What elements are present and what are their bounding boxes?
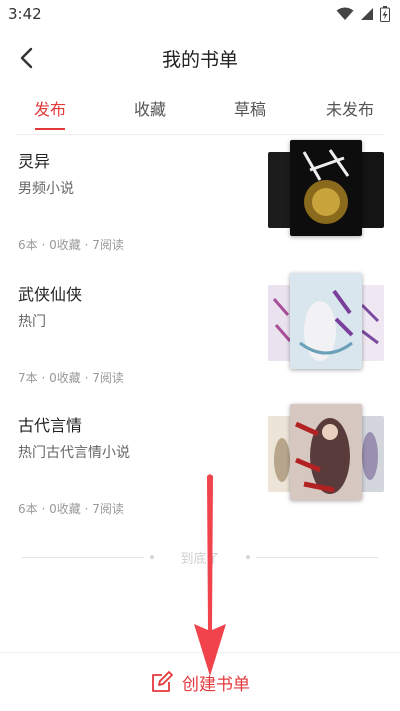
tab-bar: 发布 收藏 草稿 未发布 xyxy=(0,92,400,132)
favorite-count: 0收藏 xyxy=(49,502,81,516)
book-cover-front xyxy=(290,140,362,236)
book-count: 7本 xyxy=(18,371,38,385)
status-bar: 3:42 xyxy=(0,0,400,28)
booklist-meta: 6本 · 0收藏 · 7阅读 xyxy=(18,238,124,252)
booklist-meta: 6本 · 0收藏 · 7阅读 xyxy=(18,502,124,516)
status-icons xyxy=(336,6,390,22)
booklist-meta: 7本 · 0收藏 · 7阅读 xyxy=(18,371,124,385)
book-cover-front xyxy=(290,404,362,500)
booklist-subtitle: 男频小说 xyxy=(18,181,74,197)
list-item[interactable]: 灵异 男频小说 6本 · 0收藏 · 7阅读 xyxy=(0,140,400,268)
booklist-subtitle: 热门 xyxy=(18,314,46,330)
read-count: 7阅读 xyxy=(92,502,124,516)
page-title: 我的书单 xyxy=(161,48,238,71)
favorite-count: 0收藏 xyxy=(49,371,81,385)
book-cover-front xyxy=(290,273,362,369)
create-booklist-button[interactable]: 创建书单 xyxy=(0,652,400,711)
edit-icon xyxy=(152,671,173,692)
back-button[interactable] xyxy=(12,44,40,72)
signal-icon xyxy=(361,8,373,20)
read-count: 7阅读 xyxy=(92,371,124,385)
book-count: 6本 xyxy=(18,502,38,516)
tab-published[interactable]: 发布 xyxy=(0,92,100,132)
tab-unpublished[interactable]: 未发布 xyxy=(300,92,400,132)
favorite-count: 0收藏 xyxy=(49,238,81,252)
booklist-subtitle: 热门古代言情小说 xyxy=(18,445,130,461)
booklist-title: 武侠仙侠 xyxy=(18,285,83,304)
wifi-icon xyxy=(336,7,354,20)
tab-divider xyxy=(16,134,384,135)
cover-stack xyxy=(268,273,384,383)
booklist-title: 灵异 xyxy=(18,152,51,171)
tab-drafts[interactable]: 草稿 xyxy=(200,92,300,132)
cover-stack xyxy=(268,404,384,514)
booklist-title: 古代言情 xyxy=(18,416,83,435)
end-divider-right xyxy=(256,557,378,558)
read-count: 7阅读 xyxy=(92,238,124,252)
battery-icon xyxy=(380,6,390,22)
book-count: 6本 xyxy=(18,238,38,252)
create-booklist-label: 创建书单 xyxy=(182,674,250,695)
end-dot-right xyxy=(246,555,250,559)
list-item[interactable]: 古代言情 热门古代言情小说 6本 · 0收藏 · 7阅读 xyxy=(0,404,400,532)
cover-stack xyxy=(268,140,384,250)
list-item[interactable]: 武侠仙侠 热门 7本 · 0收藏 · 7阅读 xyxy=(0,273,400,401)
status-time: 3:42 xyxy=(8,5,42,23)
header: 我的书单 xyxy=(0,36,400,80)
back-arrow-icon xyxy=(20,47,33,69)
tab-favorites[interactable]: 收藏 xyxy=(100,92,200,132)
